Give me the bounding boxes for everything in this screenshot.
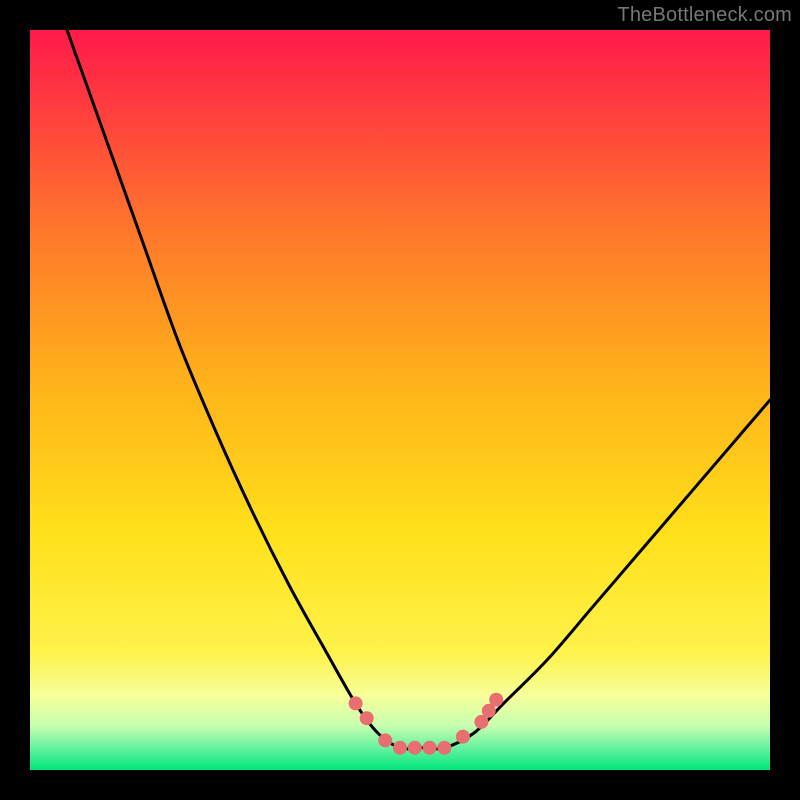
plot-area [30,30,770,770]
marker-dot [378,733,392,747]
bottleneck-chart [30,30,770,770]
marker-dot [393,741,407,755]
marker-dot [360,711,374,725]
outer-frame: TheBottleneck.com [0,0,800,800]
marker-dot [456,730,470,744]
marker-dot [437,741,451,755]
marker-dot [408,741,422,755]
marker-dot [349,696,363,710]
marker-dot [423,741,437,755]
gradient-background [30,30,770,770]
watermark-text: TheBottleneck.com [617,4,792,27]
marker-dot [489,693,503,707]
